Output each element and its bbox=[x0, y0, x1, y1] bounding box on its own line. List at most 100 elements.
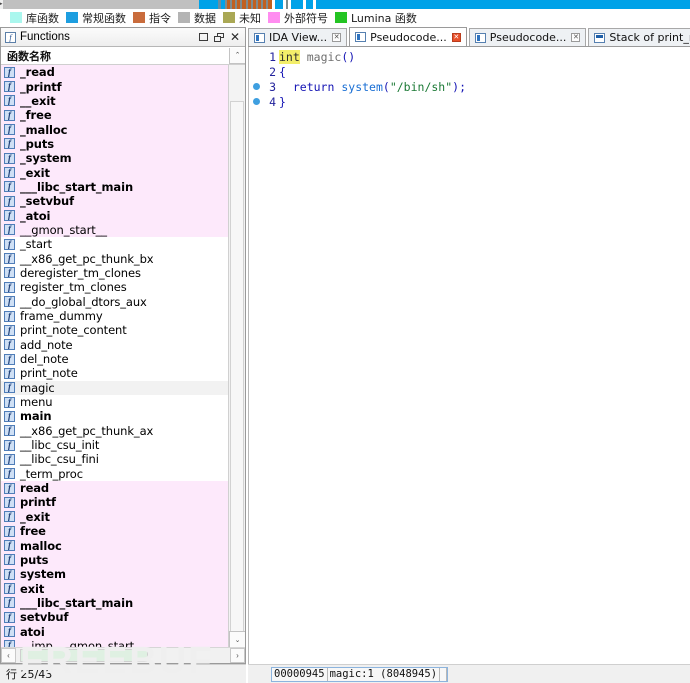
code-token: ( bbox=[382, 79, 390, 94]
code-line[interactable]: 1 int magic() bbox=[249, 49, 690, 64]
functions-horizontal-scrollbar[interactable]: ‹ › bbox=[1, 647, 245, 663]
vertical-scrollbar-thumb[interactable] bbox=[230, 101, 244, 641]
nav-segment-31 bbox=[315, 0, 690, 9]
tab-close-icon[interactable]: ✕ bbox=[332, 33, 342, 42]
functions-list[interactable]: f _read f _printf f __exit f _free f _malloc f _put… bbox=[1, 65, 228, 647]
function-icon: f bbox=[4, 482, 15, 494]
function-list-item[interactable]: f puts bbox=[1, 552, 228, 568]
function-list-item[interactable]: f ___libc_start_main bbox=[1, 179, 228, 195]
function-list-item[interactable]: f exit bbox=[1, 581, 228, 596]
function-name-label: _system bbox=[20, 151, 72, 166]
function-icon: f bbox=[4, 468, 15, 480]
horizontal-scrollbar-thumb[interactable] bbox=[20, 649, 148, 662]
restore-button[interactable] bbox=[211, 30, 227, 45]
function-list-item[interactable]: f ___libc_start_main bbox=[1, 595, 228, 611]
tab-close-icon[interactable]: ✕ bbox=[571, 33, 581, 42]
column-header-function-name[interactable]: 函数名称 bbox=[1, 48, 229, 64]
function-list-item[interactable]: f _exit bbox=[1, 165, 228, 180]
function-list-item[interactable]: f _free bbox=[1, 108, 228, 123]
tab-ida-view[interactable]: IDA View... ✕ bbox=[248, 28, 348, 46]
legend-label-regular-function: 常规函数 bbox=[82, 11, 126, 25]
function-list-item[interactable]: f _malloc bbox=[1, 122, 228, 137]
function-list-item[interactable]: f _exit bbox=[1, 509, 228, 524]
function-list-item[interactable]: f __gmon_start__ bbox=[1, 222, 228, 238]
function-list-item[interactable]: f print_note bbox=[1, 366, 228, 381]
code-token: ); bbox=[452, 79, 466, 94]
function-list-item[interactable]: f _read bbox=[1, 65, 228, 80]
pseudocode-view[interactable]: 1 int magic() 2{3 return system("/bin/sh")… bbox=[248, 47, 690, 683]
function-list-item[interactable]: f __exit bbox=[1, 93, 228, 109]
function-list-item[interactable]: f frame_dummy bbox=[1, 308, 228, 324]
function-list-item[interactable]: f _printf bbox=[1, 79, 228, 94]
function-name-label: _term_proc bbox=[20, 466, 83, 481]
function-name-label: del_note bbox=[20, 352, 69, 367]
nav-segment-0 bbox=[3, 0, 199, 9]
function-list-item[interactable]: f deregister_tm_clones bbox=[1, 265, 228, 281]
function-list-item[interactable]: f menu bbox=[1, 394, 228, 410]
function-name-label: main bbox=[20, 409, 52, 424]
code-line[interactable]: 2{ bbox=[249, 64, 690, 79]
function-name-label: malloc bbox=[20, 538, 62, 553]
function-icon: f bbox=[4, 181, 15, 193]
tab-pseudocode[interactable]: Pseudocode... ✕ bbox=[349, 27, 467, 46]
scroll-down-button[interactable]: ⌄ bbox=[229, 631, 245, 647]
function-list-item[interactable]: f __do_global_dtors_aux bbox=[1, 294, 228, 309]
hscroll-left-button[interactable]: ‹ bbox=[1, 648, 16, 663]
function-icon: f bbox=[4, 238, 15, 250]
function-list-item[interactable]: f print_note_content bbox=[1, 323, 228, 338]
tab-close-icon[interactable]: ✕ bbox=[451, 32, 461, 42]
breakpoint-marker[interactable] bbox=[249, 98, 263, 105]
function-name-label: print_note_content bbox=[20, 323, 127, 338]
function-icon: f bbox=[4, 410, 15, 422]
function-list-item[interactable]: f magic bbox=[1, 380, 228, 395]
functions-titlebar: f Functions ✕ bbox=[1, 28, 245, 47]
function-list-item[interactable]: f __x86_get_pc_thunk_ax bbox=[1, 423, 228, 438]
breakpoint-marker[interactable] bbox=[249, 83, 263, 90]
function-list-item[interactable]: f __libc_csu_fini bbox=[1, 452, 228, 467]
function-list-item[interactable]: f _puts bbox=[1, 136, 228, 152]
function-list-item[interactable]: f __libc_csu_init bbox=[1, 437, 228, 453]
function-name-label: menu bbox=[20, 395, 53, 410]
function-list-item[interactable]: f _term_proc bbox=[1, 466, 228, 481]
function-icon: f bbox=[4, 81, 15, 93]
functions-vertical-scrollbar[interactable]: ⌄ bbox=[228, 65, 245, 647]
code-line[interactable]: 3 return system("/bin/sh"); bbox=[249, 79, 690, 94]
code-line[interactable]: 4} bbox=[249, 94, 690, 109]
function-list-item[interactable]: f read bbox=[1, 480, 228, 496]
function-list-item[interactable]: f del_note bbox=[1, 351, 228, 367]
function-list-item[interactable]: f free bbox=[1, 524, 228, 539]
ida-view-icon bbox=[254, 32, 265, 43]
function-icon: f bbox=[4, 453, 15, 465]
close-button[interactable]: ✕ bbox=[227, 30, 243, 45]
function-list-item[interactable]: f add_note bbox=[1, 337, 228, 352]
function-list-item[interactable]: f main bbox=[1, 409, 228, 424]
function-list-item[interactable]: f _setvbuf bbox=[1, 194, 228, 209]
tab-pseudocode[interactable]: Pseudocode... ✕ bbox=[468, 28, 587, 46]
function-list-item[interactable]: f printf bbox=[1, 495, 228, 510]
function-list-item[interactable]: f __imp___gmon_start__ bbox=[1, 638, 228, 647]
function-list-item[interactable]: f __x86_get_pc_thunk_bx bbox=[1, 251, 228, 266]
function-list-item[interactable]: f system bbox=[1, 567, 228, 582]
function-list-item[interactable]: f atoi bbox=[1, 624, 228, 639]
hscroll-track[interactable] bbox=[16, 648, 230, 663]
function-list-item[interactable]: f register_tm_clones bbox=[1, 280, 228, 295]
function-name-label: ___libc_start_main bbox=[20, 595, 134, 610]
function-list-item[interactable]: f _atoi bbox=[1, 208, 228, 223]
scroll-up-button[interactable]: ⌃ bbox=[229, 47, 245, 64]
page-title: Functions bbox=[20, 31, 70, 43]
function-name-label: print_note bbox=[20, 366, 78, 381]
function-list-item[interactable]: f malloc bbox=[1, 538, 228, 553]
legend-label-data: 数据 bbox=[194, 11, 216, 25]
tab-label: IDA View... bbox=[269, 31, 328, 44]
nav-segment-27 bbox=[290, 0, 303, 9]
function-list-item[interactable]: f _system bbox=[1, 151, 228, 166]
tab-label: Pseudocode... bbox=[370, 30, 447, 44]
function-list-item[interactable]: f setvbuf bbox=[1, 610, 228, 625]
hscroll-right-button[interactable]: › bbox=[230, 648, 245, 663]
function-list-item[interactable]: f _start bbox=[1, 237, 228, 252]
line-number: 4 bbox=[269, 94, 276, 109]
tab-stack[interactable]: Stack of print_n...✕ bbox=[588, 28, 690, 46]
maximize-button[interactable] bbox=[195, 30, 211, 45]
status-address: (8048945) bbox=[380, 667, 438, 680]
